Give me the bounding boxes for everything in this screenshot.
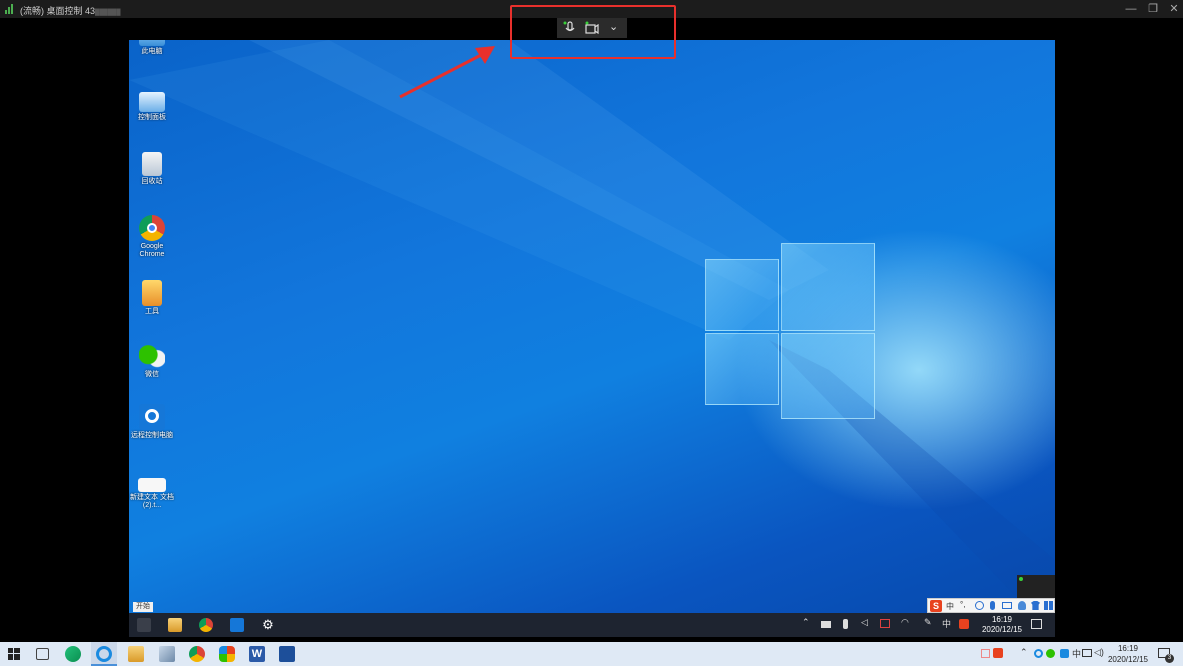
remote-app-icon [139,404,165,430]
camera-preview-thumbnail[interactable] [1017,575,1055,599]
desktop-icon-remote-control[interactable]: 远程控制电脑 [130,404,174,440]
remote-tray-sogou-icon[interactable] [959,619,969,629]
remote-remote-app-icon[interactable] [230,618,244,632]
highlight-box [510,5,676,59]
signal-icon [5,4,13,14]
annotation-arrow [399,46,495,99]
tray-network-icon[interactable] [1082,649,1092,657]
chrome-icon [139,215,165,241]
tray-wechat-icon[interactable] [1046,649,1055,658]
tray-app-icon-2[interactable] [1060,649,1069,658]
remote-taskbar: ⚙ ⌃ ◁ ◠ ✎ 中 16:19 2020/12/15 [129,613,1055,637]
remote-tray-lang[interactable]: 中 [942,617,951,630]
desktop-icon-chrome[interactable]: Google Chrome [130,215,174,259]
remote-tray-wifi-icon[interactable]: ◠ [901,617,909,628]
local-taskbar: W ⌃ 中 ◁) 16:19 2020/12/15 3 [0,642,1183,666]
remote-chrome-icon[interactable] [199,618,213,632]
remote-tray-battery-icon[interactable] [821,621,831,628]
control-panel-icon [139,92,165,112]
remote-tray-mic-icon[interactable] [843,619,848,629]
ime-punct[interactable]: °, [960,600,965,609]
tray-app-icon-1[interactable] [981,649,990,658]
remote-settings-icon[interactable]: ⚙ [261,618,275,632]
edge-icon[interactable] [65,646,81,662]
desktop-icon-this-pc[interactable]: 此电脑 [130,40,174,56]
app-icon-3[interactable] [279,646,295,662]
ime-lang[interactable]: 中 [946,601,954,612]
sogou-icon: S [930,600,942,612]
wallpaper-light-beams [129,40,1055,637]
ime-toolbox-icon[interactable] [1044,601,1053,610]
remote-start-icon[interactable] [137,618,151,632]
tray-lang[interactable]: 中 [1072,647,1081,660]
tray-remote-icon[interactable] [1034,649,1043,658]
desktop-icon-control-panel[interactable]: 控制面板 [130,92,174,122]
local-clock[interactable]: 16:19 2020/12/15 [1100,643,1156,665]
ime-skin-icon[interactable] [1031,601,1040,610]
desktop-icon-wechat[interactable]: 微信 [130,343,174,379]
desktop-icon-recycle-bin[interactable]: 回收站 [130,152,174,186]
notification-count-badge: 3 [1165,654,1174,663]
ime-keyboard-icon[interactable] [1002,602,1012,609]
chrome-taskbar-icon[interactable] [189,646,205,662]
restore-button[interactable]: ❐ [1142,1,1164,17]
remote-tray-speaker-icon[interactable]: ◁ [861,617,868,628]
remote-tray-chevron-icon[interactable]: ⌃ [802,617,810,628]
folder-icon [142,280,162,306]
tray-sogou-icon[interactable] [993,648,1003,658]
window-title: (流畅) 桌面控制 43██████ [20,6,121,16]
ime-user-icon[interactable] [1018,601,1026,610]
minimize-button[interactable]: — [1120,1,1142,17]
app-icon-1[interactable] [159,646,175,662]
recycle-bin-icon [142,152,162,176]
ime-emoji-icon[interactable] [975,601,984,610]
wechat-icon [139,343,165,369]
ime-toolbar[interactable]: S 中 °, [927,598,1055,613]
remote-tray-pen-icon[interactable]: ✎ [924,617,932,628]
word-icon[interactable]: W [249,646,265,662]
text-file-icon [138,478,166,492]
ime-voice-icon[interactable] [990,601,995,610]
close-button[interactable]: ✕ [1163,1,1183,17]
desktop-icon-text-file[interactable]: 新建文本 文档(2).t... [130,478,174,510]
remote-clock[interactable]: 16:19 2020/12/15 [982,615,1022,635]
remote-explorer-icon[interactable] [168,618,182,632]
start-tooltip: 开始 [133,602,153,612]
remote-app-taskbar-icon[interactable] [96,646,112,662]
tray-chevron-icon[interactable]: ⌃ [1020,647,1028,658]
app-icon-2[interactable] [219,646,235,662]
remote-tray-screen-icon[interactable] [880,619,890,628]
windows-start-icon[interactable] [6,646,22,662]
task-view-icon[interactable] [36,648,49,660]
file-explorer-icon[interactable] [128,646,144,662]
computer-icon [139,40,165,46]
remote-desktop-view[interactable]: 此电脑 控制面板 回收站 Google Chrome 工具 微信 远程控制电脑 … [129,40,1055,637]
remote-notification-icon[interactable] [1031,619,1042,629]
windows-logo [705,243,875,419]
desktop-icon-tools[interactable]: 工具 [130,280,174,316]
